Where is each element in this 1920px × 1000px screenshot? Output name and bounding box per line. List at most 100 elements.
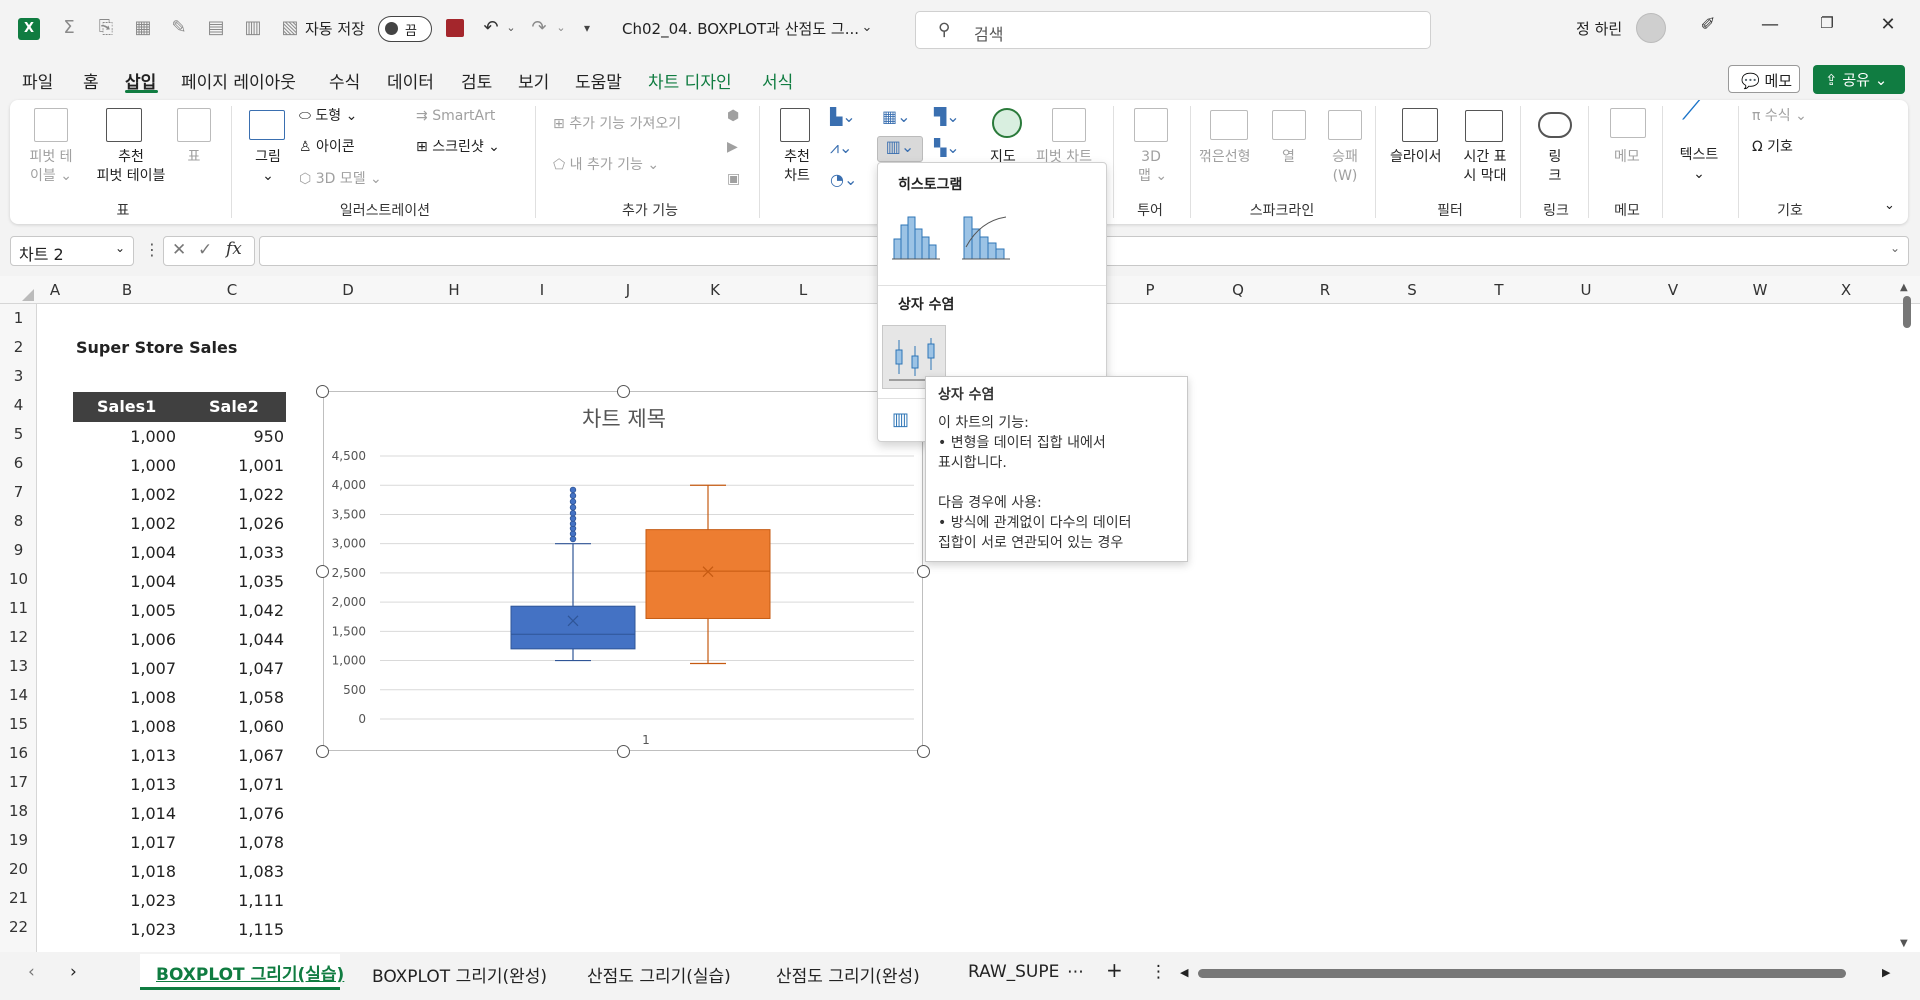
cell-sale2[interactable]: 1,071 (204, 775, 284, 794)
cell-sales1[interactable]: 1,007 (96, 659, 176, 678)
column-header[interactable]: I (532, 281, 552, 299)
cell-sales1[interactable]: 1,014 (96, 804, 176, 823)
cell-sales1[interactable]: 1,013 (96, 746, 176, 765)
restore-icon[interactable]: ❐ (1812, 14, 1842, 32)
cancel-icon[interactable]: ✕ (172, 240, 186, 260)
picture-button[interactable]: 그림 ⌄ (248, 148, 288, 186)
row-header[interactable]: 15 (0, 715, 37, 733)
format-painter-icon[interactable]: ⎘ (95, 17, 117, 39)
cell-sales1[interactable]: 1,023 (96, 891, 176, 910)
sheet-tab[interactable]: 산점도 그리기(완성) (776, 962, 920, 987)
cell-sale2[interactable]: 1,026 (204, 514, 284, 533)
tab-data[interactable]: 데이터 (387, 68, 434, 93)
scroll-up-icon[interactable]: ▲ (1900, 282, 1908, 293)
icons-button[interactable]: ♙ 아이콘 (299, 138, 355, 157)
edit-icon[interactable]: ✎ (168, 17, 190, 39)
cell-sales1[interactable]: 1,002 (96, 485, 176, 504)
user-name[interactable]: 정 하린 (1576, 18, 1622, 39)
document-title[interactable]: Ch02_04. BOXPLOT과 산점도 그... (622, 18, 859, 39)
collapse-ribbon-icon[interactable]: ⌄ (1884, 196, 1895, 215)
resize-handle[interactable] (617, 745, 630, 758)
sparkline-winloss-button[interactable]: 승패 (W) (1330, 148, 1360, 186)
next-sheet-icon[interactable]: › (70, 962, 77, 982)
more-sheets-icon[interactable]: ⋯ (1067, 962, 1084, 982)
redo-dropdown-icon[interactable]: ⌄ (550, 17, 572, 39)
row-header[interactable]: 22 (0, 918, 37, 936)
more-statistic-charts-icon[interactable]: ▥ (892, 409, 909, 430)
column-header[interactable]: D (338, 281, 358, 299)
cell-sales1[interactable]: 1,002 (96, 514, 176, 533)
sheet-tab-label[interactable]: BOXPLOT 그리기(실습) (156, 960, 344, 985)
column-header[interactable]: P (1140, 281, 1160, 299)
redo-icon[interactable]: ↷ (528, 17, 550, 39)
column-header[interactable]: X (1836, 281, 1856, 299)
line-chart-button[interactable]: ⩘⌄ (830, 138, 852, 157)
row-header[interactable]: 6 (0, 454, 37, 472)
share-button[interactable]: ⇪ 공유 ⌄ (1813, 65, 1905, 94)
screenshot-button[interactable]: ⊞ 스크린샷 ⌄ (416, 138, 500, 157)
prev-sheet-icon[interactable]: ‹ (28, 962, 35, 982)
column-header[interactable]: T (1489, 281, 1509, 299)
comment-button[interactable]: 메모 (1614, 148, 1640, 167)
sheet-tab[interactable]: 산점도 그리기(실습) (587, 962, 731, 987)
row-header[interactable]: 19 (0, 831, 37, 849)
layout-icon[interactable]: ▤ (205, 17, 227, 39)
column-header[interactable]: S (1402, 281, 1422, 299)
header-sale2[interactable]: Sale2 (209, 397, 259, 416)
waterfall-chart-button[interactable]: ▜⌄ (934, 107, 960, 126)
undo-icon[interactable]: ↶ (480, 17, 502, 39)
search-box[interactable]: ⚲ 검색 (915, 11, 1431, 49)
column-header[interactable]: B (117, 281, 137, 299)
tab-review[interactable]: 검토 (461, 68, 492, 93)
timeline-button[interactable]: 시간 표시 막대 (1457, 148, 1513, 186)
pareto-chart-option[interactable] (960, 211, 1012, 263)
symbol-button[interactable]: Ω 기호 (1752, 138, 1793, 157)
cell-sales1[interactable]: 1,000 (96, 427, 176, 446)
slicer-button[interactable]: 슬라이서 (1390, 148, 1442, 167)
equation-button[interactable]: π 수식 ⌄ (1752, 107, 1807, 126)
sheet-tab[interactable]: BOXPLOT 그리기(완성) (372, 962, 547, 987)
cell-sales1[interactable]: 1,004 (96, 543, 176, 562)
row-header[interactable]: 13 (0, 657, 37, 675)
resize-handle[interactable] (917, 745, 930, 758)
title-dropdown-icon[interactable]: ⌄ (856, 17, 878, 39)
insert-function-icon[interactable]: fx (226, 239, 242, 259)
row-header[interactable]: 5 (0, 425, 37, 443)
select-all-icon[interactable] (22, 289, 34, 301)
comments-button[interactable]: 💬 메모 (1728, 65, 1800, 93)
row-header[interactable]: 14 (0, 686, 37, 704)
resize-handle[interactable] (316, 565, 329, 578)
pivot-table-button[interactable]: 피벗 테 이블 ⌄ (26, 148, 76, 186)
undo-dropdown-icon[interactable]: ⌄ (500, 17, 522, 39)
cell-sale2[interactable]: 1,083 (204, 862, 284, 881)
row-header[interactable]: 7 (0, 483, 37, 501)
more-icon[interactable]: ⋮ (144, 240, 160, 259)
cell-sale2[interactable]: 1,060 (204, 717, 284, 736)
enter-icon[interactable]: ✓ (198, 240, 212, 260)
row-header[interactable]: 8 (0, 512, 37, 530)
cell-sale2[interactable]: 1,042 (204, 601, 284, 620)
autosave-toggle[interactable]: 끔 (378, 16, 432, 42)
my-addins-button[interactable]: ⬠ 내 추가 기능 ⌄ (553, 156, 659, 175)
column-header[interactable]: U (1576, 281, 1596, 299)
row-header[interactable]: 18 (0, 802, 37, 820)
column-header[interactable]: W (1750, 281, 1770, 299)
minimize-icon[interactable]: — (1755, 14, 1785, 35)
row-header[interactable]: 16 (0, 744, 37, 762)
addin-icon-3[interactable]: ▣ (727, 170, 740, 189)
cell-sale2[interactable]: 1,047 (204, 659, 284, 678)
column-header[interactable]: V (1663, 281, 1683, 299)
sheet-title[interactable]: Super Store Sales (76, 338, 237, 357)
sparkline-line-button[interactable]: 꺾은선형 (1199, 148, 1251, 167)
cell-sale2[interactable]: 1,044 (204, 630, 284, 649)
cell-sale2[interactable]: 1,033 (204, 543, 284, 562)
add-sheet-icon[interactable]: + (1106, 958, 1123, 982)
cell-sales1[interactable]: 1,004 (96, 572, 176, 591)
column-header[interactable]: A (45, 281, 65, 299)
form-icon[interactable]: ▧ (279, 17, 301, 39)
column-header[interactable]: J (618, 281, 638, 299)
row-header[interactable]: 9 (0, 541, 37, 559)
save-icon[interactable] (446, 19, 464, 37)
3d-models-button[interactable]: ⬡ 3D 모델 ⌄ (299, 170, 382, 189)
autosum-icon[interactable]: Σ (58, 17, 80, 39)
